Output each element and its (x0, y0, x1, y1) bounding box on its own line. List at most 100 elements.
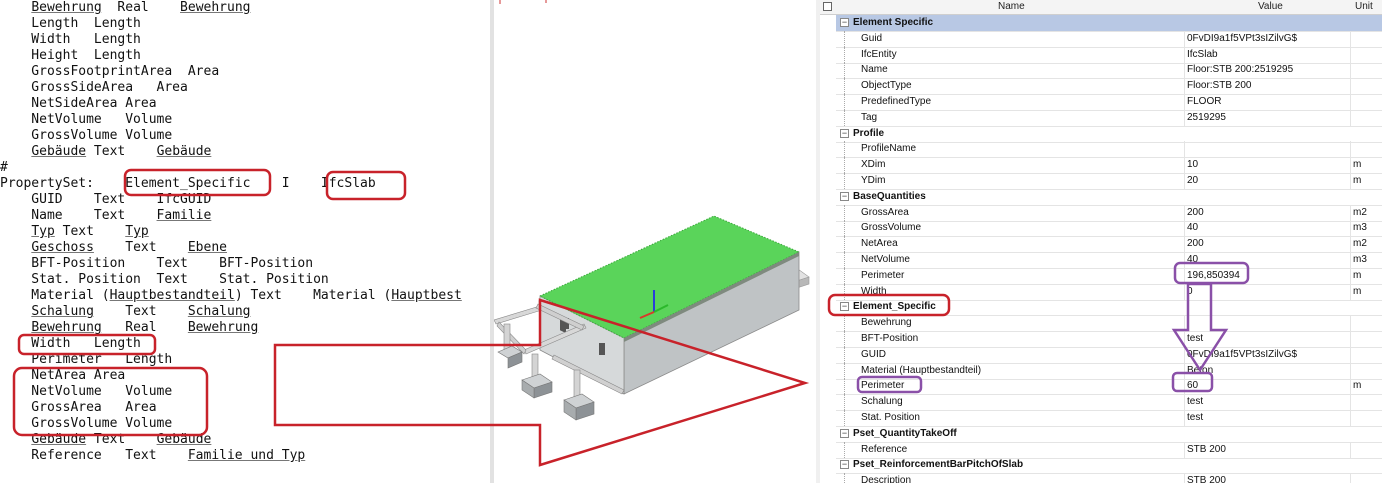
editor-line[interactable]: GrossSideArea Area (0, 80, 188, 96)
property-value[interactable]: test (1187, 412, 1203, 423)
property-value[interactable]: FLOOR (1187, 96, 1221, 107)
editor-line[interactable]: GrossFootprintArea Area (0, 64, 219, 80)
name-column-header[interactable]: Name (998, 1, 1025, 12)
property-value[interactable]: IfcSlab (1187, 49, 1218, 60)
property-row[interactable]: NetVolume 40 m3 (820, 252, 1382, 269)
property-value[interactable]: 200 (1187, 207, 1204, 218)
editor-line[interactable]: Width Length (0, 336, 141, 352)
property-row[interactable]: Width 0 m (820, 283, 1382, 301)
editor-line[interactable]: Name Text Familie (0, 208, 211, 224)
property-row[interactable]: BFT-Position test (820, 331, 1382, 348)
property-value[interactable]: 60 (1187, 380, 1198, 391)
property-row[interactable]: NetArea 200 m2 (820, 236, 1382, 254)
property-value[interactable]: 40 (1187, 254, 1198, 265)
property-value[interactable]: test (1187, 396, 1203, 407)
property-row[interactable]: Stat. Position test (820, 410, 1382, 427)
collapse-toggle-icon[interactable]: − (840, 128, 849, 138)
value-column-header[interactable]: Value (1258, 1, 1283, 12)
property-row[interactable]: GUID 0FvDI9a1f5VPt3sIZilvG$ (820, 346, 1382, 364)
property-row[interactable]: GrossArea 200 m2 (820, 204, 1382, 222)
collapse-toggle-icon[interactable]: − (840, 460, 849, 470)
editor-line[interactable]: Bewehrung Real Bewehrung (0, 0, 250, 16)
editor-line[interactable]: Gebäude Text Gebäude (0, 432, 211, 448)
property-row[interactable]: Bewehrung (820, 315, 1382, 333)
property-row[interactable]: Reference STB 200 (820, 441, 1382, 459)
property-row[interactable]: Material (Hauptbestandteil) Beton (820, 362, 1382, 380)
editor-line[interactable]: GrossVolume Volume (0, 416, 172, 432)
property-value[interactable]: 200 (1187, 238, 1204, 249)
editor-line[interactable]: BFT-Position Text BFT-Position (0, 256, 313, 272)
editor-line[interactable]: Material (Hauptbestandteil) Text Materia… (0, 288, 462, 304)
editor-line[interactable]: NetVolume Volume (0, 112, 172, 128)
property-row[interactable]: Guid 0FvDI9a1f5VPt3sIZilvG$ (820, 30, 1382, 48)
property-value[interactable]: 40 (1187, 222, 1198, 233)
property-row[interactable]: Perimeter 196,850394 m (820, 267, 1382, 285)
collapse-toggle-icon[interactable]: − (840, 302, 849, 312)
group-name: Element Specific (853, 17, 934, 28)
property-grid[interactable]: Name Value Unit − Element Specific Guid 0Fv… (820, 0, 1382, 483)
editor-line[interactable]: Reference Text Familie und Typ (0, 448, 305, 464)
editor-line[interactable]: Typ Text Typ (0, 224, 148, 240)
property-row[interactable]: Perimeter 60 m (820, 378, 1382, 396)
editor-text-run (0, 144, 31, 159)
property-group[interactable]: − Element_Specific (820, 299, 1382, 317)
editor-line[interactable]: Width Length (0, 32, 141, 48)
property-value[interactable]: 10 (1187, 159, 1198, 170)
property-value[interactable]: 0FvDI9a1f5VPt3sIZilvG$ (1187, 33, 1297, 44)
editor-text-run: Width Length (0, 336, 141, 351)
property-row[interactable]: Tag 2519295 (820, 109, 1382, 127)
property-group[interactable]: − Pset_QuantityTakeOff (820, 425, 1382, 443)
property-value[interactable]: Floor:STB 200 (1187, 80, 1251, 91)
editor-line[interactable]: Schalung Text Schalung (0, 304, 250, 320)
property-row[interactable]: ProfileName (820, 141, 1382, 159)
property-row[interactable]: Name Floor:STB 200:2519295 (820, 62, 1382, 80)
collapse-toggle-icon[interactable]: − (840, 428, 849, 438)
3d-viewport[interactable] (494, 0, 816, 483)
editor-line[interactable]: NetSideArea Area (0, 96, 156, 112)
editor-line[interactable]: Bewehrung Real Bewehrung (0, 320, 258, 336)
editor-line[interactable]: GrossVolume Volume (0, 128, 172, 144)
editor-line[interactable]: # (0, 160, 8, 176)
property-row[interactable]: GrossVolume 40 m3 (820, 220, 1382, 238)
editor-line[interactable]: Height Length (0, 48, 141, 64)
editor-line[interactable]: PropertySet: Element_Specific I IfcSlab (0, 176, 376, 192)
property-name: Material (Hauptbestandteil) (861, 364, 982, 376)
property-group[interactable]: − Pset_ReinforcementBarPitchOfSlab (820, 457, 1382, 475)
property-row[interactable]: ObjectType Floor:STB 200 (820, 78, 1382, 96)
property-value[interactable]: 0FvDI9a1f5VPt3sIZilvG$ (1187, 349, 1297, 360)
property-group[interactable]: − Profile (820, 125, 1382, 143)
property-value[interactable]: 196,850394 (1187, 270, 1240, 281)
property-row[interactable]: YDim 20 m (820, 173, 1382, 190)
property-row[interactable]: XDim 10 m (820, 157, 1382, 175)
property-value[interactable]: test (1187, 333, 1203, 344)
property-value[interactable]: Beton (1187, 365, 1213, 376)
text-editor[interactable]: Bewehrung Real Bewehrung Length Length W… (0, 0, 490, 483)
property-value[interactable]: STB 200 (1187, 475, 1226, 483)
property-row[interactable]: Schalung test (820, 394, 1382, 412)
editor-line[interactable]: Length Length (0, 16, 141, 32)
property-value[interactable]: STB 200 (1187, 444, 1226, 455)
editor-line[interactable]: GUID Text IfcGUID (0, 192, 211, 208)
property-row[interactable]: Description STB 200 (820, 473, 1382, 483)
property-group[interactable]: − Element Specific (820, 15, 1382, 32)
property-name: Name (861, 64, 888, 76)
editor-line[interactable]: Gebäude Text Gebäude (0, 144, 211, 160)
property-value[interactable]: 20 (1187, 175, 1198, 186)
unit-column-header[interactable]: Unit (1355, 1, 1373, 12)
property-group[interactable]: − BaseQuantities (820, 188, 1382, 206)
editor-line[interactable]: Perimeter Length (0, 352, 172, 368)
editor-line[interactable]: NetVolume Volume (0, 384, 172, 400)
property-row[interactable]: IfcEntity IfcSlab (820, 46, 1382, 64)
collapse-toggle-icon[interactable]: − (840, 18, 849, 27)
editor-line[interactable]: Geschoss Text Ebene (0, 240, 227, 256)
editor-line[interactable]: NetArea Area (0, 368, 125, 384)
editor-line[interactable]: Stat. Position Text Stat. Position (0, 272, 328, 288)
grid-options-icon[interactable] (823, 2, 832, 11)
property-value[interactable]: 0 (1187, 286, 1193, 297)
collapse-toggle-icon[interactable]: − (840, 191, 849, 201)
property-value[interactable]: 2519295 (1187, 112, 1226, 123)
building-model[interactable] (494, 0, 816, 483)
property-value[interactable]: Floor:STB 200:2519295 (1187, 64, 1293, 75)
property-row[interactable]: PredefinedType FLOOR (820, 94, 1382, 111)
editor-line[interactable]: GrossArea Area (0, 400, 156, 416)
